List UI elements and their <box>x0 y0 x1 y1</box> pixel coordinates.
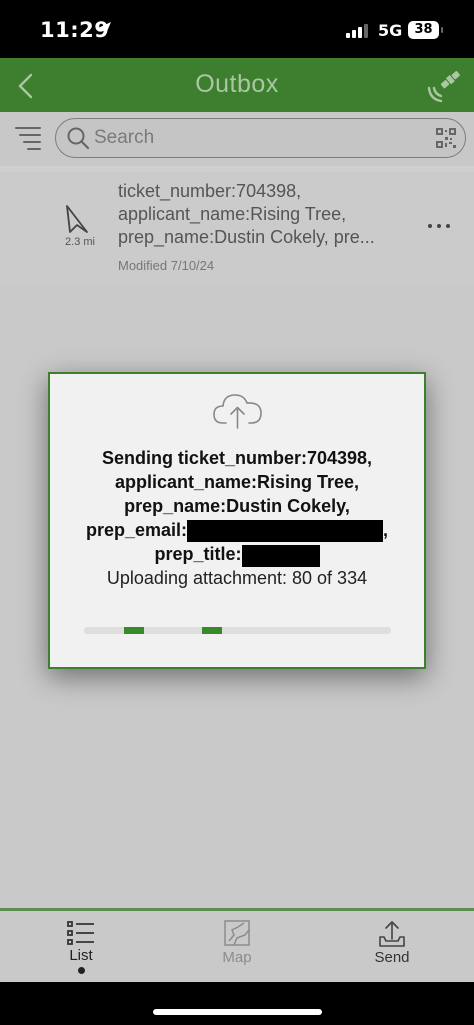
page-title: Outbox <box>195 70 279 98</box>
list-icon <box>67 921 94 945</box>
home-indicator[interactable] <box>153 1009 322 1015</box>
search-box[interactable] <box>55 118 466 158</box>
sending-message: Sending ticket_number:704398, applicant_… <box>50 446 424 567</box>
battery-icon: 38 <box>408 21 443 39</box>
message-line-5: prep_title: <box>50 542 424 567</box>
cloud-upload-icon <box>213 394 262 429</box>
prep-email-label: prep_email: <box>85 520 188 540</box>
prep-title-label: prep_title: <box>154 544 242 565</box>
tab-map[interactable]: Map <box>197 919 277 966</box>
map-icon <box>224 920 250 946</box>
progress-bar <box>84 627 391 634</box>
tab-bar: List Map Send <box>0 911 474 982</box>
search-row <box>0 112 474 166</box>
item-line-2: applicant_name:Rising Tree, <box>118 204 347 224</box>
location-arrow-icon <box>97 22 111 36</box>
progress-segment <box>202 627 222 634</box>
tab-list-label: List <box>69 947 93 964</box>
outbox-list-item[interactable]: 2.3 mi ticket_number:704398, applicant_n… <box>0 172 474 286</box>
item-line-3: prep_name:Dustin Cokely, pre... <box>118 227 375 247</box>
sending-dialog: Sending ticket_number:704398, applicant_… <box>48 372 426 669</box>
redacted-title <box>241 544 320 567</box>
message-line-4: prep_email:, <box>50 518 424 543</box>
gps-satellite-icon[interactable] <box>424 66 464 106</box>
network-type: 5G <box>378 21 403 40</box>
tab-send[interactable]: Send <box>352 919 432 966</box>
home-indicator-area <box>0 982 474 1025</box>
search-input[interactable] <box>94 126 414 150</box>
app-header: Outbox <box>0 58 474 112</box>
modified-date: Modified 7/10/24 <box>118 258 215 273</box>
email-comma: , <box>383 520 389 540</box>
cellular-signal-icon <box>346 24 368 38</box>
tab-send-label: Send <box>374 949 410 966</box>
qr-code-scanner-icon[interactable] <box>436 128 456 148</box>
item-line-1: ticket_number:704398, <box>118 181 302 201</box>
search-icon <box>67 127 90 150</box>
tab-map-label: Map <box>222 949 252 966</box>
item-summary: ticket_number:704398, applicant_name:Ris… <box>118 180 418 249</box>
message-line-3: prep_name:Dustin Cokely, <box>124 496 350 516</box>
progress-segment <box>124 627 144 634</box>
active-tab-indicator <box>77 967 85 974</box>
send-upload-icon <box>379 921 405 947</box>
distance-label: 2.3 mi <box>65 236 95 248</box>
more-options-icon[interactable] <box>428 224 450 228</box>
status-bar: 11:29 5G 38 <box>0 0 474 58</box>
redacted-email <box>187 520 384 543</box>
message-line-1: Sending ticket_number:704398, <box>101 448 373 468</box>
message-line-2: applicant_name:Rising Tree, <box>114 472 360 492</box>
navigation-arrow-icon <box>66 205 88 233</box>
upload-progress-text: Uploading attachment: 80 of 334 <box>106 568 368 588</box>
tab-list[interactable]: List <box>41 919 121 974</box>
filter-sort-icon[interactable] <box>14 124 42 152</box>
